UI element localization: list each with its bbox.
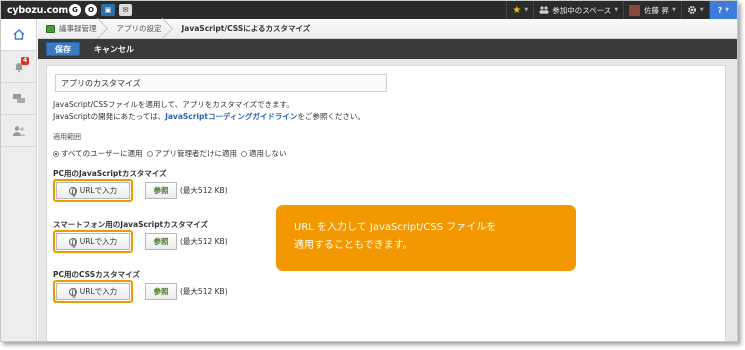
gear-icon [687,6,696,14]
pc-js-max-size: (最大512 KB) [180,186,228,195]
spaces-menu[interactable]: 参加中のスペース ▼ [533,1,623,19]
scope-label: 適用範囲 [53,133,81,141]
scope-radio-group: すべてのユーザーに適用 アプリ管理者だけに適用 適用しない [53,148,287,159]
coding-guideline-link[interactable]: JavaScriptコーディングガイドライン [165,112,297,121]
spaces-label: 参加中のスペース [552,5,612,15]
chevron-down-icon: ▼ [699,7,704,13]
description-line1: JavaScript/CSSファイルを適用して、アプリをカスタマイズできます。 [53,100,294,109]
save-button[interactable]: 保存 [46,42,80,56]
pc-css-browse-button[interactable]: 参照 [145,283,177,300]
breadcrumb-current: JavaScript/CSSによるカスタマイズ [181,24,311,33]
customize-panel: アプリのカスタマイズ JavaScript/CSSファイルを適用して、アプリをカ… [46,65,726,341]
sp-js-row: URLで入力 参照 (最大512 KB) [53,230,228,253]
scope-option-admins-only[interactable]: アプリ管理者だけに適用 [146,148,237,159]
highlight-box: URLで入力 [53,179,133,202]
callout-line1: URL を入力して JavaScript/CSS ファイルを [294,222,497,233]
chevron-down-icon: ▼ [614,7,619,13]
pc-js-row: URLで入力 参照 (最大512 KB) [53,179,228,202]
left-navigation: 4 [1,19,37,341]
scope-option-all-users[interactable]: すべてのユーザーに適用 [53,148,143,159]
callout-line2: 適用することもできます。 [294,240,413,251]
home-icon [13,29,24,40]
settings-menu[interactable]: ▼ [680,1,709,19]
annotation-callout: URL を入力して JavaScript/CSS ファイルを 適用することもでき… [276,205,576,271]
content-area: アプリのカスタマイズ JavaScript/CSSファイルを適用して、アプリをカ… [38,59,737,341]
office-app-icon[interactable]: O [85,4,97,16]
user-menu[interactable]: 佐藤 昇 ▼ [623,1,681,19]
chevron-down-icon: ▼ [672,7,676,13]
pc-css-max-size: (最大512 KB) [180,287,228,296]
user-name: 佐藤 昇 [644,5,670,15]
section-title: アプリのカスタマイズ [55,74,387,92]
chevron-down-icon: ▼ [725,7,729,13]
app-icon [46,24,55,33]
cancel-button[interactable]: キャンセル [94,44,134,55]
globe-icon [68,287,77,298]
highlight-box: URLで入力 [53,280,133,303]
app-switcher: G O ▣ ✉ [69,4,132,16]
sp-js-max-size: (最大512 KB) [180,237,228,246]
pc-js-heading: PC用のJavaScriptカスタマイズ [53,169,167,178]
star-icon: ★ [512,4,522,16]
nav-notifications[interactable]: 4 [1,51,36,83]
pc-js-browse-button[interactable]: 参照 [145,182,177,199]
pc-js-url-button[interactable]: URLで入力 [56,182,130,199]
action-bar: 保存 キャンセル [38,39,737,59]
radio-icon [146,150,153,157]
notification-badge: 4 [21,57,30,65]
cybozu-logo[interactable]: cybozu.com [1,5,69,16]
nav-home[interactable] [1,19,36,51]
avatar [629,4,641,16]
mailwise-app-icon[interactable]: ✉ [119,4,132,16]
user-group-icon [12,125,25,136]
sp-js-url-button[interactable]: URLで入力 [56,233,130,250]
help-icon: ? [717,5,723,15]
top-header: cybozu.com G O ▣ ✉ ★ ▼ 参加中のスペース ▼ 佐藤 昇 ▼ [1,1,737,19]
radio-selected-icon [53,150,59,157]
breadcrumb-app[interactable]: 議事録管理 [38,19,109,39]
nav-user-group[interactable] [1,115,36,147]
breadcrumb-app-settings[interactable]: アプリの設定 [109,19,174,39]
sp-js-browse-button[interactable]: 参照 [145,233,177,250]
globe-icon [68,186,77,197]
favorites-menu[interactable]: ★ ▼ [506,1,533,19]
nav-people-chat[interactable] [1,83,36,115]
people-chat-icon [12,93,25,103]
radio-icon [241,150,248,157]
description-line2: JavaScriptの開発にあたっては、JavaScriptコーディングガイドラ… [53,112,365,121]
chevron-down-icon: ▼ [524,7,529,13]
pc-css-row: URLで入力 参照 (最大512 KB) [53,280,228,303]
pc-css-heading: PC用のCSSカスタマイズ [53,270,140,279]
help-menu[interactable]: ? ▼ [708,1,737,19]
sp-js-heading: スマートフォン用のJavaScriptカスタマイズ [53,220,208,229]
header-right: ★ ▼ 参加中のスペース ▼ 佐藤 昇 ▼ ▼ ? ▼ [506,1,737,19]
highlight-box: URLで入力 [53,230,133,253]
scope-option-none[interactable]: 適用しない [241,148,287,159]
people-icon [539,6,549,14]
kintone-app-icon[interactable]: ▣ [101,4,115,16]
breadcrumb: 議事録管理 アプリの設定 JavaScript/CSSによるカスタマイズ [38,19,737,39]
pc-css-url-button[interactable]: URLで入力 [56,283,130,300]
app-window: cybozu.com G O ▣ ✉ ★ ▼ 参加中のスペース ▼ 佐藤 昇 ▼ [0,0,738,342]
globe-icon [68,237,77,248]
garoon-app-icon[interactable]: G [69,4,81,16]
